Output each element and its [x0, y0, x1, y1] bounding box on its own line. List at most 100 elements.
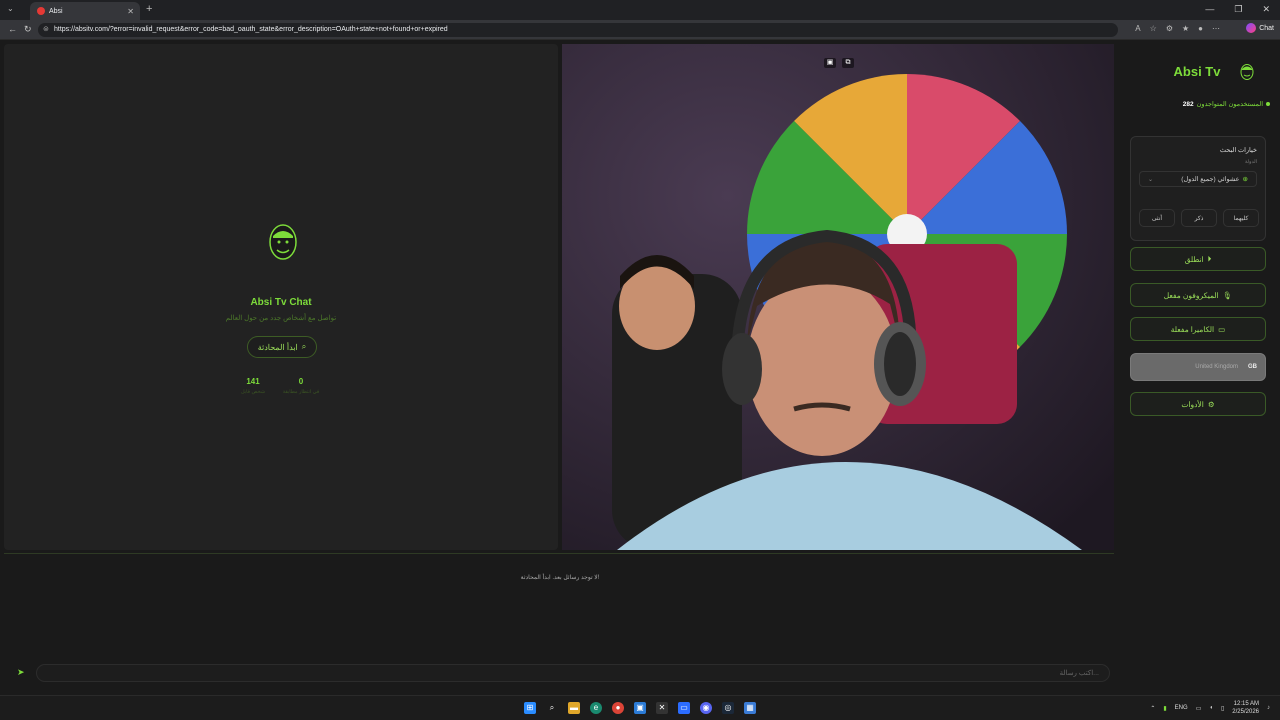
capture-icon[interactable]: ⧉ — [842, 58, 854, 68]
country-value: عشوائي (جميع الدول) — [1181, 176, 1240, 183]
stat-label: في انتظار مطابقة — [282, 389, 320, 395]
message-input[interactable]: اكتب رسالة... — [36, 664, 1110, 682]
send-icon[interactable]: ➤ — [17, 667, 25, 678]
camera-icon: ▭ — [1218, 324, 1226, 334]
clock-time: 12:15 AM — [1233, 701, 1259, 707]
country-select[interactable]: ⌄ عشوائي (جميع الدول) ⊕ — [1139, 171, 1257, 187]
edge-icon[interactable]: e — [590, 702, 602, 714]
online-users: 282 المستخدمون المتواجدون — [1183, 100, 1270, 108]
camera-toggle-button[interactable]: الكاميرا مفعلة ▭ — [1130, 317, 1266, 341]
tab-title: Absi — [49, 7, 63, 15]
profile-icon[interactable]: ● — [1198, 24, 1203, 33]
gear-icon: ⚙ — [1207, 399, 1215, 409]
chevron-down-icon: ⌄ — [1148, 176, 1154, 183]
minimize-icon[interactable]: — — [1205, 4, 1214, 15]
language-indicator[interactable]: ENG — [1175, 705, 1188, 711]
clock[interactable]: 12:15 AM 2/25/2026 — [1232, 700, 1259, 716]
location-badge: United Kingdom GB — [1130, 353, 1266, 381]
reload-icon[interactable]: ↻ — [24, 24, 32, 35]
search-icon[interactable]: ⌕ — [546, 702, 558, 714]
taskbar-apps: ⊞ ⌕ ▬ e ● ▣ ✕ ▭ ◉ ◎ ▦ — [524, 702, 756, 714]
site-info-icon[interactable]: ⊜ — [43, 23, 49, 37]
search-options-panel: خيارات البحث الدولة ⌄ عشوائي (جميع الدول… — [1130, 136, 1266, 241]
online-label: المستخدمون المتواجدون — [1196, 101, 1263, 108]
local-video: ▣ ⧉ — [562, 44, 1114, 550]
app-icon[interactable]: ▭ — [678, 702, 690, 714]
country-label: الدولة — [1244, 159, 1257, 165]
gender-female[interactable]: أنثى — [1139, 209, 1175, 227]
maximize-icon[interactable]: ❐ — [1234, 4, 1242, 15]
start-chat-button[interactable]: ابدأ المحادثة ⌕ — [247, 336, 317, 358]
volume-icon[interactable]: ◖ — [1209, 705, 1213, 711]
video-controls: ▣ ⧉ — [824, 58, 854, 68]
battery-icon[interactable]: ▯ — [1221, 705, 1224, 712]
play-icon: ⏵ — [1207, 254, 1212, 263]
browser-tab[interactable]: Absi ✕ — [30, 2, 140, 20]
gender-options: أنثى ذكر كليهما — [1139, 209, 1259, 227]
stat-matched: 141 شخص قابل — [228, 377, 278, 395]
app: Absi Tv Chat تواصل مع أشخاص جدد من حول ا… — [0, 40, 1280, 695]
browser-tools: A ☆ ⚙ ★ ● ⋯ — [1135, 24, 1220, 33]
chrome-icon[interactable]: ● — [612, 702, 624, 714]
windows-taskbar: ⊞ ⌕ ▬ e ● ▣ ✕ ▭ ◉ ◎ ▦ ⌃ ▮ ENG ▭ ◖ ▯ 12:1… — [0, 695, 1280, 720]
favorites-icon[interactable]: ★ — [1182, 24, 1189, 33]
extensions-icon[interactable]: ⚙ — [1166, 24, 1173, 33]
stat-waiting: 0 في انتظار مطابقة — [276, 377, 326, 395]
stat-value: 141 — [246, 377, 260, 386]
capcut-icon[interactable]: ✕ — [656, 702, 668, 714]
clock-date: 2/25/2026 — [1232, 709, 1259, 715]
location-code: GB — [1248, 364, 1257, 370]
globe-icon: ⊕ — [1242, 176, 1248, 183]
store-icon[interactable]: ▣ — [634, 702, 646, 714]
copilot-icon — [1246, 23, 1257, 33]
pip-icon[interactable]: ▣ — [824, 58, 836, 68]
go-button[interactable]: انطلق ⏵ — [1130, 247, 1266, 271]
message-placeholder: اكتب رسالة... — [1059, 670, 1099, 677]
chat-empty-message: لا توجد رسائل بعد. ابدأ المحادثة! — [520, 575, 600, 581]
browser-chat-button[interactable]: Chat — [1246, 23, 1274, 33]
discord-icon[interactable]: ◉ — [700, 702, 712, 714]
search-icon: ⌕ — [301, 342, 307, 351]
mic-toggle-button[interactable]: الميكروفون مفعل 🎙︎ — [1130, 283, 1266, 307]
url-field[interactable]: ⊜ https://absitv.com/?error=invalid_requ… — [38, 23, 1118, 37]
gender-both[interactable]: كليهما — [1223, 209, 1259, 227]
system-tray: ⌃ ▮ ENG ▭ ◖ ▯ 12:15 AM 2/25/2026 ♪ — [1150, 700, 1270, 716]
close-window-icon[interactable]: ✕ — [1262, 4, 1270, 15]
video-frame — [562, 44, 1114, 550]
address-bar: ← ↻ ⊜ https://absitv.com/?error=invalid_… — [0, 20, 1280, 40]
steam-icon[interactable]: ◎ — [722, 702, 734, 714]
chevron-up-icon[interactable]: ⌃ — [1150, 705, 1155, 712]
tab-list-icon[interactable]: ⌄ — [7, 4, 14, 13]
stat-value: 0 — [298, 377, 304, 386]
window-controls: — ❐ ✕ — [1205, 4, 1270, 15]
new-tab-icon[interactable]: + — [146, 3, 152, 15]
microphone-icon: 🎙︎ — [1222, 290, 1233, 300]
browser-tabbar: ⌄ Absi ✕ + — ❐ ✕ — [0, 0, 1280, 20]
app-subtitle: تواصل مع أشخاص جدد من حول العالم — [225, 315, 337, 322]
url-text: https://absitv.com/?error=invalid_reques… — [54, 26, 448, 33]
close-tab-icon[interactable]: ✕ — [127, 7, 134, 16]
go-button-label: انطلق — [1184, 254, 1204, 264]
tools-button[interactable]: الأدوات ⚙ — [1130, 392, 1266, 416]
notification-icon[interactable]: ♪ — [1267, 705, 1270, 711]
translate-icon[interactable]: A — [1135, 24, 1140, 33]
file-explorer-icon[interactable]: ▬ — [568, 702, 580, 714]
online-dot-icon — [1266, 102, 1270, 106]
brand-logo-icon — [1240, 64, 1254, 80]
chat-button-label: Chat — [1259, 24, 1274, 32]
start-icon[interactable]: ⊞ — [524, 702, 536, 714]
mic-button-label: الميكروفون مفعل — [1163, 290, 1219, 300]
camera-button-label: الكاميرا مفعلة — [1170, 324, 1215, 334]
bookmark-star-icon[interactable]: ☆ — [1150, 24, 1157, 33]
network-icon[interactable]: ▭ — [1196, 705, 1202, 712]
online-count: 282 — [1182, 100, 1194, 108]
back-icon[interactable]: ← — [8, 24, 17, 34]
stat-label: شخص قابل — [240, 389, 266, 395]
remote-app-icon[interactable]: ▦ — [744, 702, 756, 714]
menu-icon[interactable]: ⋯ — [1212, 24, 1220, 33]
app-title: Absi Tv Chat — [250, 297, 312, 308]
gender-male[interactable]: ذكر — [1181, 209, 1217, 227]
mic-tray-icon[interactable]: ▮ — [1163, 705, 1166, 712]
chat-divider — [4, 553, 1114, 554]
start-chat-label: ابدأ المحادثة — [257, 342, 298, 352]
